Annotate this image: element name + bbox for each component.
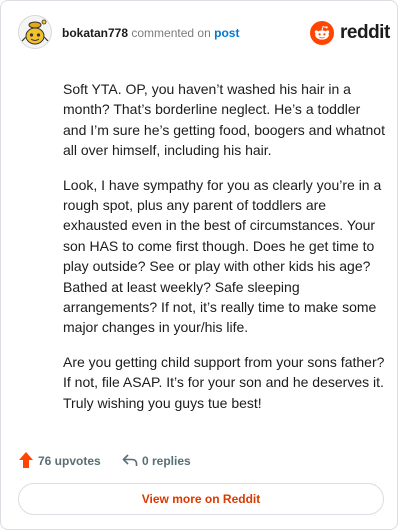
comment-byline: bokatan778 commented on post [62,26,239,40]
upvotes-stat[interactable]: 76 upvotes [18,451,114,471]
replies-count: 0 replies [142,454,191,468]
embedded-comment-card: bokatan778 commented on post reddit Soft… [0,0,398,530]
avatar-snoo-icon [19,16,51,48]
view-more-button[interactable]: View more on Reddit [18,483,384,515]
reddit-logo[interactable]: reddit [310,21,390,45]
comment-header: bokatan778 commented on post reddit [18,15,390,51]
replies-stat[interactable]: 0 replies [122,451,212,471]
reply-arrow-icon [122,454,138,466]
byline-action-text: commented on [131,26,211,40]
upvotes-count: 76 upvotes [38,454,101,468]
comment-paragraph: Soft YTA. OP, you haven’t washed his hai… [63,81,385,159]
reddit-snoo-icon [310,21,334,45]
user-avatar[interactable] [18,15,52,49]
comment-paragraph: Are you getting child support from your … [63,353,385,411]
comment-body: Soft YTA. OP, you haven’t washed his hai… [63,79,385,427]
post-link[interactable]: post [214,26,239,40]
comment-paragraph: Look, I have sympathy for you as clearly… [63,176,382,336]
comment-stats: 76 upvotes 0 replies [18,451,318,471]
reddit-wordmark: reddit [340,22,390,43]
username-link[interactable]: bokatan778 [62,26,128,40]
upvote-arrow-icon [19,452,33,468]
